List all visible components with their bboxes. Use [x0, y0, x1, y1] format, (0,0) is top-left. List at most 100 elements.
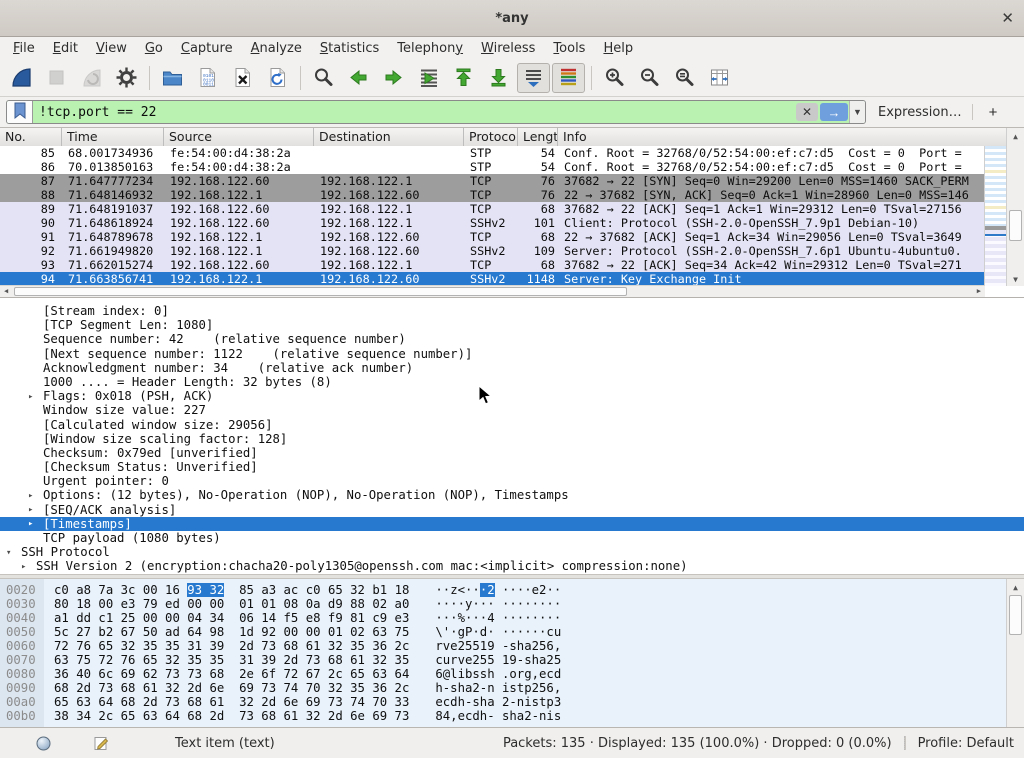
scroll-left-icon[interactable]: ◀	[4, 286, 8, 297]
go-previous-button[interactable]	[342, 63, 375, 93]
hex-row-0050[interactable]: 00505c 27 b2 67 50 ad 64 98 1d 92 00 00 …	[0, 625, 1024, 639]
auto-scroll-button[interactable]	[517, 63, 550, 93]
detail-line[interactable]: Urgent pointer: 0	[0, 474, 1024, 488]
menu-view[interactable]: View	[87, 39, 136, 58]
detail-line[interactable]: [Checksum Status: Unverified]	[0, 460, 1024, 474]
menu-capture[interactable]: Capture	[172, 39, 242, 58]
menu-analyze[interactable]: Analyze	[242, 39, 311, 58]
detail-line[interactable]: [Stream index: 0]	[0, 304, 1024, 318]
capture-options-button[interactable]	[110, 63, 143, 93]
expression-button[interactable]: Expression…	[878, 105, 962, 120]
expanded-arrow-icon[interactable]: ▾	[6, 546, 11, 560]
detail-line[interactable]: Checksum: 0x79ed [unverified]	[0, 446, 1024, 460]
packet-row-94[interactable]: 9471.663856741192.168.122.1192.168.122.6…	[0, 272, 985, 286]
detail-line[interactable]: ▸[SEQ/ACK analysis]	[0, 503, 1024, 517]
filter-bookmark-button[interactable]	[7, 101, 33, 123]
hscroll-thumb[interactable]	[14, 287, 627, 296]
column-header-destination[interactable]: Destination	[314, 128, 464, 146]
reload-file-button[interactable]	[261, 63, 294, 93]
filter-clear-button[interactable]: ✕	[796, 103, 818, 121]
column-header-protocol[interactable]: Protocol	[464, 128, 518, 146]
menu-statistics[interactable]: Statistics	[311, 39, 388, 58]
status-profile[interactable]: Profile: Default	[918, 736, 1014, 751]
column-header-no[interactable]: No.	[0, 128, 62, 146]
scroll-up-icon[interactable]: ▲	[1007, 583, 1024, 592]
resize-columns-button[interactable]	[703, 63, 736, 93]
scroll-down-icon[interactable]: ▼	[1007, 275, 1024, 284]
detail-line[interactable]: Window size value: 227	[0, 403, 1024, 417]
menu-edit[interactable]: Edit	[44, 39, 87, 58]
packet-row-92[interactable]: 9271.661949820192.168.122.1192.168.122.6…	[0, 244, 985, 258]
zoom-reset-button[interactable]	[668, 63, 701, 93]
packet-row-85[interactable]: 8568.001734936fe:54:00:d4:38:2aSTP54Conf…	[0, 146, 985, 160]
detail-line[interactable]: [Window size scaling factor: 128]	[0, 432, 1024, 446]
detail-line[interactable]: Sequence number: 42 (relative sequence n…	[0, 332, 1024, 346]
packet-row-87[interactable]: 8771.647777234192.168.122.60192.168.122.…	[0, 174, 985, 188]
detail-line[interactable]: TCP payload (1080 bytes)	[0, 531, 1024, 545]
packet-row-93[interactable]: 9371.662015274192.168.122.60192.168.122.…	[0, 258, 985, 272]
filter-input[interactable]: !tcp.port == 22	[33, 101, 795, 123]
go-to-packet-button[interactable]	[412, 63, 445, 93]
hex-row-0020[interactable]: 0020c0 a8 7a 3c 00 16 93 32 85 a3 ac c0 …	[0, 583, 1024, 597]
packet-row-89[interactable]: 8971.648191037192.168.122.60192.168.122.…	[0, 202, 985, 216]
detail-line[interactable]: Acknowledgment number: 34 (relative ack …	[0, 361, 1024, 375]
close-icon[interactable]: ✕	[1001, 9, 1014, 27]
detail-line[interactable]: ▾SSH Protocol	[0, 545, 1024, 559]
detail-line[interactable]: 1000 .... = Header Length: 32 bytes (8)	[0, 375, 1024, 389]
packet-row-88[interactable]: 8871.648146932192.168.122.1192.168.122.6…	[0, 188, 985, 202]
hex-row-0070[interactable]: 007063 75 72 76 65 32 35 35 31 39 2d 73 …	[0, 653, 1024, 667]
column-header-time[interactable]: Time	[62, 128, 164, 146]
hex-row-0060[interactable]: 006072 76 65 32 35 35 31 39 2d 73 68 61 …	[0, 639, 1024, 653]
go-next-button[interactable]	[377, 63, 410, 93]
detail-line[interactable]: ▸SSH Version 2 (encryption:chacha20-poly…	[0, 559, 1024, 573]
collapsed-arrow-icon[interactable]: ▸	[28, 489, 33, 503]
collapsed-arrow-icon[interactable]: ▸	[28, 517, 33, 531]
stop-capture-button[interactable]	[40, 63, 73, 93]
hexscroll-thumb[interactable]	[1009, 595, 1022, 635]
hex-row-0080[interactable]: 008036 40 6c 69 62 73 73 68 2e 6f 72 67 …	[0, 667, 1024, 681]
menu-go[interactable]: Go	[136, 39, 172, 58]
filter-add-button[interactable]: +	[983, 104, 1004, 121]
hex-vscrollbar[interactable]: ▲	[1006, 579, 1024, 727]
menu-file[interactable]: File	[4, 39, 44, 58]
column-header-info[interactable]: Info	[558, 128, 1007, 146]
restart-capture-button[interactable]	[75, 63, 108, 93]
colorize-button[interactable]	[552, 63, 585, 93]
go-last-button[interactable]	[482, 63, 515, 93]
column-header-source[interactable]: Source	[164, 128, 314, 146]
filter-apply-button[interactable]: →	[820, 103, 848, 121]
detail-line[interactable]: [TCP Segment Len: 1080]	[0, 318, 1024, 332]
menu-help[interactable]: Help	[594, 39, 642, 58]
hex-row-00b0[interactable]: 00b038 34 2c 65 63 64 68 2d 73 68 61 32 …	[0, 709, 1024, 723]
collapsed-arrow-icon[interactable]: ▸	[28, 390, 33, 404]
detail-line[interactable]: ▸[Timestamps]	[0, 517, 1024, 531]
column-header-length[interactable]: Length	[518, 128, 558, 146]
detail-line[interactable]: [Next sequence number: 1122 (relative se…	[0, 347, 1024, 361]
packet-row-91[interactable]: 9171.648789678192.168.122.1192.168.122.6…	[0, 230, 985, 244]
collapsed-arrow-icon[interactable]: ▸	[21, 560, 26, 574]
save-file-button[interactable]: 010101100011	[191, 63, 224, 93]
hex-row-0090[interactable]: 009068 2d 73 68 61 32 2d 6e 69 73 74 70 …	[0, 681, 1024, 695]
menu-tools[interactable]: Tools	[544, 39, 594, 58]
hex-row-0040[interactable]: 0040a1 dd c1 25 00 00 04 34 06 14 f5 e8 …	[0, 611, 1024, 625]
menu-wireless[interactable]: Wireless	[472, 39, 544, 58]
go-first-button[interactable]	[447, 63, 480, 93]
open-file-button[interactable]	[156, 63, 189, 93]
capture-comment-icon[interactable]	[93, 735, 109, 751]
detail-line[interactable]: ▸Flags: 0x018 (PSH, ACK)	[0, 389, 1024, 403]
find-packet-button[interactable]	[307, 63, 340, 93]
detail-line[interactable]: ▸Options: (12 bytes), No-Operation (NOP)…	[0, 488, 1024, 502]
collapsed-arrow-icon[interactable]: ▸	[28, 503, 33, 517]
close-file-button[interactable]	[226, 63, 259, 93]
expert-info-icon[interactable]	[36, 736, 51, 751]
zoom-in-button[interactable]	[598, 63, 631, 93]
filter-dropdown-button[interactable]: ▼	[849, 101, 865, 123]
packet-row-90[interactable]: 9071.648618924192.168.122.60192.168.122.…	[0, 216, 985, 230]
scroll-right-icon[interactable]: ▶	[977, 286, 981, 297]
hex-row-0030[interactable]: 003080 18 00 e3 79 ed 00 00 01 01 08 0a …	[0, 597, 1024, 611]
menu-telephony[interactable]: Telephony	[388, 39, 472, 58]
scroll-up-icon[interactable]: ▲	[1007, 132, 1024, 141]
packet-minimap[interactable]	[984, 146, 1007, 286]
detail-line[interactable]: [Calculated window size: 29056]	[0, 418, 1024, 432]
packet-row-86[interactable]: 8670.013850163fe:54:00:d4:38:2aSTP54Conf…	[0, 160, 985, 174]
